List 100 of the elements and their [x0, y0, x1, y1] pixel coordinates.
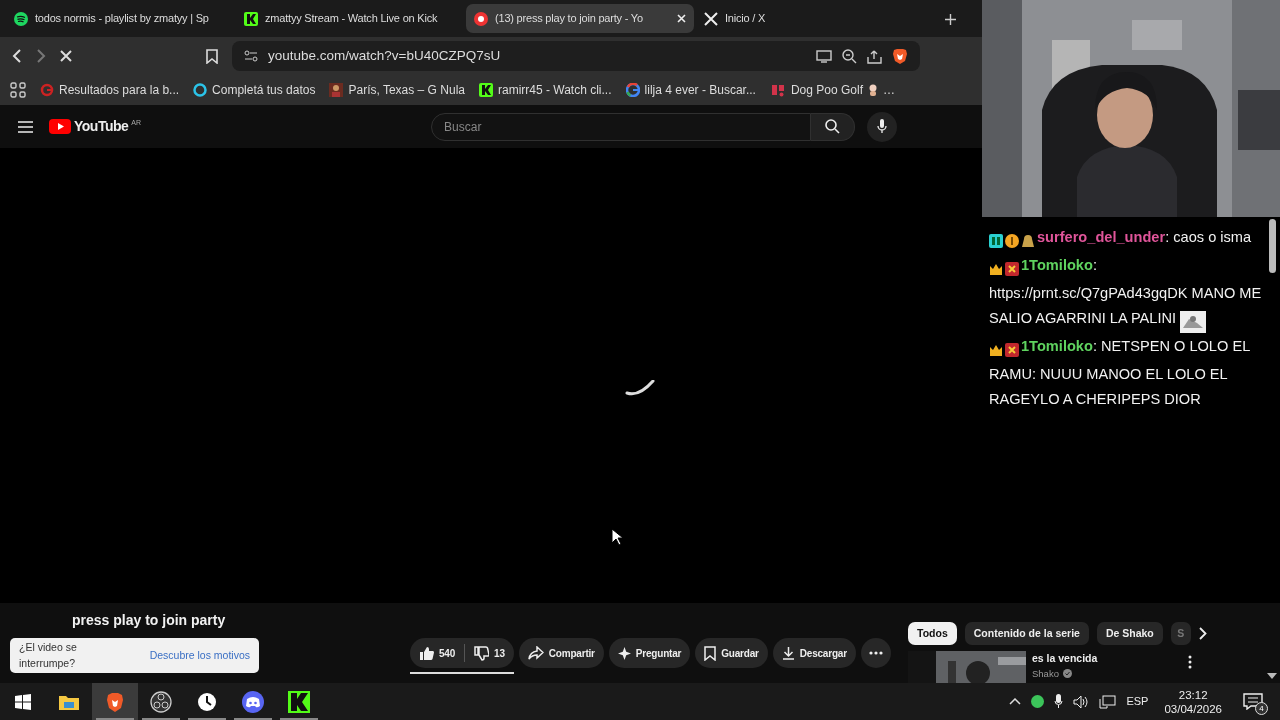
bookmark[interactable]: lilja 4 ever - Buscar... [625, 81, 756, 99]
shield-icon[interactable] [892, 47, 908, 65]
like-button[interactable]: 540 [410, 638, 465, 668]
filter-chip[interactable]: Contenido de la serie [964, 622, 1089, 645]
discord-icon [242, 690, 264, 713]
ask-button[interactable]: Preguntar [608, 638, 691, 668]
site-settings-icon[interactable] [244, 50, 258, 62]
chevron-up-icon[interactable] [1009, 698, 1022, 705]
language-indicator[interactable]: ESP [1126, 693, 1149, 710]
chat-message: 1Tomiloko: https://prnt.sc/Q7gPAd43gqDK MANO ME SALIO AGARRINI LA PALINI [989, 253, 1264, 334]
site-icon [40, 83, 54, 97]
zoom-icon[interactable] [842, 48, 857, 64]
windows-icon [15, 693, 31, 710]
video-title[interactable]: es la vencida [1032, 651, 1182, 667]
youtube-wordmark: YouTube [74, 119, 129, 134]
badge-icon [989, 234, 1003, 249]
filter-chip[interactable]: De Shako [1096, 622, 1163, 645]
bookmark[interactable]: ramirr45 - Watch cli... [478, 81, 612, 99]
bookmark-icon [704, 645, 717, 661]
back-icon[interactable] [12, 49, 22, 63]
chat-username[interactable]: 1Tomiloko [1021, 257, 1093, 273]
microphone-icon[interactable] [1054, 694, 1064, 709]
coin-icon [1005, 234, 1019, 249]
download-button[interactable]: Descargar [772, 638, 856, 668]
notice-text: ¿El video se interrumpe? [19, 639, 78, 671]
badge-icon [1005, 343, 1019, 358]
lion-icon [106, 691, 124, 712]
time-text: 23:12 [1177, 687, 1209, 702]
thumbnail-icon [329, 83, 344, 97]
bookmark[interactable]: Resultados para la b... [40, 81, 180, 99]
scrollbar[interactable] [1269, 219, 1276, 273]
speaker-icon[interactable] [1073, 694, 1090, 709]
download-icon [781, 646, 795, 660]
channel-name[interactable]: Shako [1032, 666, 1059, 681]
menu-icon[interactable] [18, 120, 33, 133]
loading-spinner-icon [625, 380, 655, 396]
ring-icon [193, 83, 208, 97]
date-text: 03/04/2026 [1164, 701, 1222, 716]
voice-search-button[interactable] [867, 111, 898, 142]
emoji-icon [867, 84, 878, 96]
crown-icon [989, 262, 1003, 277]
close-icon[interactable] [60, 50, 72, 62]
bookmark[interactable]: Dog Poo Golf … [769, 81, 895, 99]
chat-username[interactable]: 1Tomiloko [1021, 338, 1093, 354]
thumbs-up-icon [419, 645, 434, 661]
video-title: press play to join party [72, 612, 226, 629]
forward-icon[interactable] [36, 49, 46, 63]
search-icon [825, 119, 841, 134]
share-icon[interactable] [867, 48, 882, 64]
share-arrow-icon [527, 646, 544, 660]
share-button[interactable]: Compartir [518, 638, 604, 668]
spotify-icon [14, 11, 28, 26]
verified-icon [1062, 669, 1072, 679]
kick-logo-icon [244, 11, 258, 26]
browser-tab[interactable]: Inicio / X [696, 4, 924, 33]
dislike-button[interactable]: 13 [465, 638, 514, 668]
network-icon[interactable] [1099, 694, 1117, 709]
address-bar[interactable]: youtube.com/watch?v=bU40CZPQ7sU [232, 41, 920, 71]
search-field[interactable]: Buscar [431, 112, 812, 141]
crown-icon [989, 343, 1003, 358]
x-logo-icon [704, 11, 718, 26]
clock[interactable]: 23:12 03/04/2026 [1158, 687, 1228, 716]
youtube-logo-icon[interactable] [49, 119, 71, 134]
notice-link[interactable]: Descubre los motivos [149, 647, 250, 664]
bookmark[interactable]: Completá tus datos [193, 81, 316, 99]
sparkle-icon [617, 646, 631, 660]
google-icon [625, 83, 640, 97]
folder-icon [59, 693, 79, 710]
kick-logo-icon [288, 690, 310, 713]
new-tab-icon[interactable] [945, 13, 956, 25]
filter-chip[interactable]: Todos [908, 622, 957, 645]
youtube-icon [474, 11, 488, 26]
browser-tab[interactable]: (13) press play to join party - Yo [466, 4, 694, 33]
cast-icon[interactable] [816, 49, 832, 63]
browser-tab[interactable]: zmattyy Stream - Watch Live on Kick [236, 4, 464, 33]
chat-message: surfero_del_under: caos o isma [989, 225, 1264, 253]
notification-icon[interactable] [1243, 693, 1263, 710]
scroll-down-icon[interactable] [1267, 673, 1277, 679]
microphone-icon [877, 119, 888, 134]
game-icon [769, 83, 786, 97]
status-dot-icon[interactable] [1031, 695, 1045, 708]
thumbs-down-icon [474, 645, 490, 661]
notification-count: 4 [1255, 701, 1268, 715]
more-options-icon[interactable] [1188, 655, 1192, 669]
bag-icon [1021, 234, 1035, 249]
bookmark-icon[interactable] [206, 48, 218, 64]
browser-tab[interactable]: todos normis - playlist by zmatyy | Sp [6, 4, 234, 33]
obs-icon [150, 690, 172, 713]
close-tab-icon[interactable] [677, 14, 686, 23]
apps-grid-icon[interactable] [10, 82, 26, 98]
more-button[interactable] [860, 638, 891, 668]
kick-logo-icon [478, 83, 493, 97]
bookmark[interactable]: París, Texas – G Nula [329, 81, 465, 99]
more-icon [868, 651, 883, 655]
save-button[interactable]: Guardar [695, 638, 768, 668]
search-button[interactable] [811, 112, 856, 141]
badge-icon [1005, 262, 1019, 277]
url-text: youtube.com/watch?v=bU40CZPQ7sU [268, 46, 502, 65]
chevron-right-icon[interactable] [1198, 627, 1207, 640]
chat-message: 1Tomiloko: NETSPEN O LOLO EL RAMU: NUUU MANOO EL LOLO EL RAGEYLO A CHERIPEPS DIOR [989, 337, 1251, 409]
